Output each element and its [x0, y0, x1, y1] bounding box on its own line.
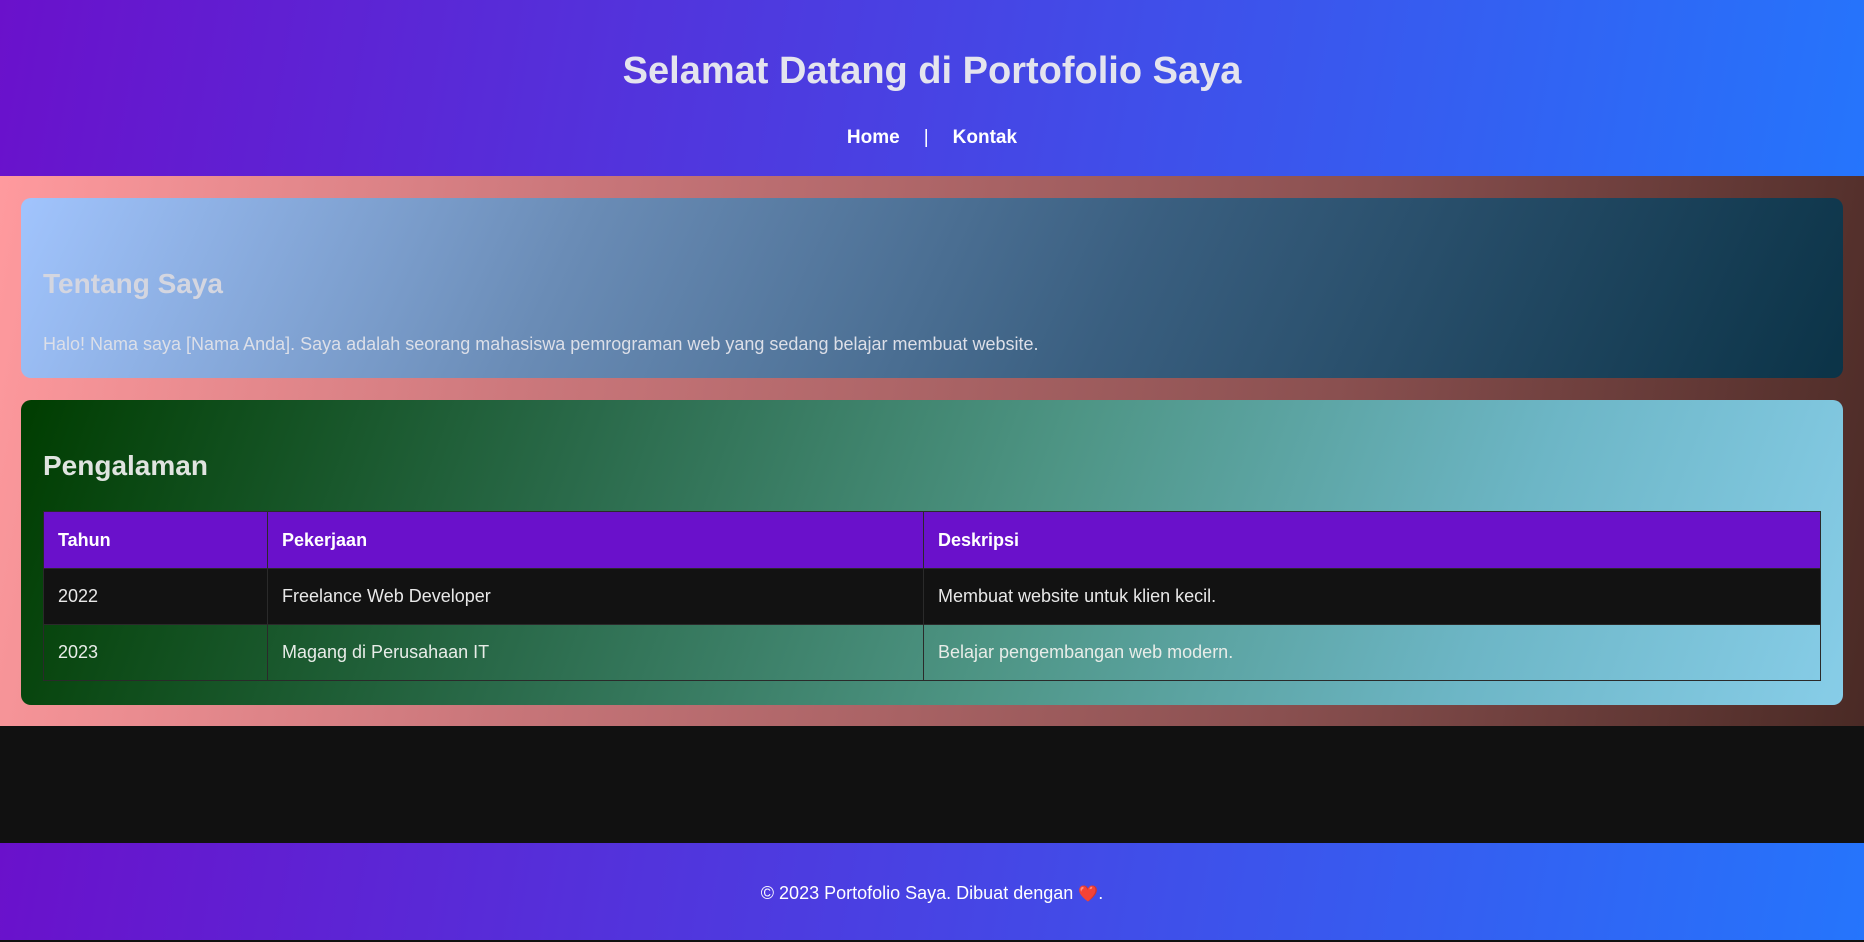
footer-period: . — [1098, 883, 1104, 903]
main-nav: Home | Kontak — [0, 126, 1864, 150]
cell-description: Belajar pengembangan web modern. — [923, 624, 1821, 681]
site-footer: © 2023 Portofolio Saya. Dibuat dengan ❤️… — [0, 843, 1864, 940]
about-text: Halo! Nama saya [Nama Anda]. Saya adalah… — [43, 334, 1039, 354]
cell-description: Membuat website untuk klien kecil. — [923, 568, 1821, 625]
cell-job: Magang di Perusahaan IT — [267, 624, 924, 681]
column-header-description: Deskripsi — [923, 511, 1821, 569]
nav-link-kontak[interactable]: Kontak — [953, 126, 1017, 150]
cell-year: 2023 — [43, 624, 268, 681]
cell-year: 2022 — [43, 568, 268, 625]
experience-section: Pengalaman Tahun Pekerjaan Deskripsi 202… — [21, 400, 1843, 705]
footer-text-line: © 2023 Portofolio Saya. Dibuat dengan ❤️… — [0, 881, 1864, 907]
experience-heading: Pengalaman — [43, 450, 208, 481]
page-title: Selamat Datang di Portofolio Saya — [622, 50, 1242, 92]
footer-copyright: © 2023 Portofolio Saya. Dibuat dengan — [760, 883, 1074, 903]
about-section: Tentang Saya Halo! Nama saya [Nama Anda]… — [21, 198, 1843, 378]
heart-icon: ❤️ — [1078, 886, 1099, 903]
main-content: Tentang Saya Halo! Nama saya [Nama Anda]… — [0, 176, 1864, 726]
about-heading: Tentang Saya — [43, 268, 223, 299]
table-row: 2023 Magang di Perusahaan IT Belajar pen… — [43, 624, 1821, 681]
cell-job: Freelance Web Developer — [267, 568, 924, 625]
table-header-row: Tahun Pekerjaan Deskripsi — [43, 511, 1821, 569]
page: Selamat Datang di Portofolio Saya Home |… — [0, 0, 1864, 942]
table-row: 2022 Freelance Web Developer Membuat web… — [43, 568, 1821, 625]
column-header-year: Tahun — [43, 511, 268, 569]
experience-table: Tahun Pekerjaan Deskripsi 2022 Freelance… — [43, 511, 1821, 681]
nav-separator: | — [923, 127, 929, 148]
nav-link-home[interactable]: Home — [847, 126, 900, 150]
site-header: Selamat Datang di Portofolio Saya Home |… — [0, 0, 1864, 176]
column-header-job: Pekerjaan — [267, 511, 924, 569]
